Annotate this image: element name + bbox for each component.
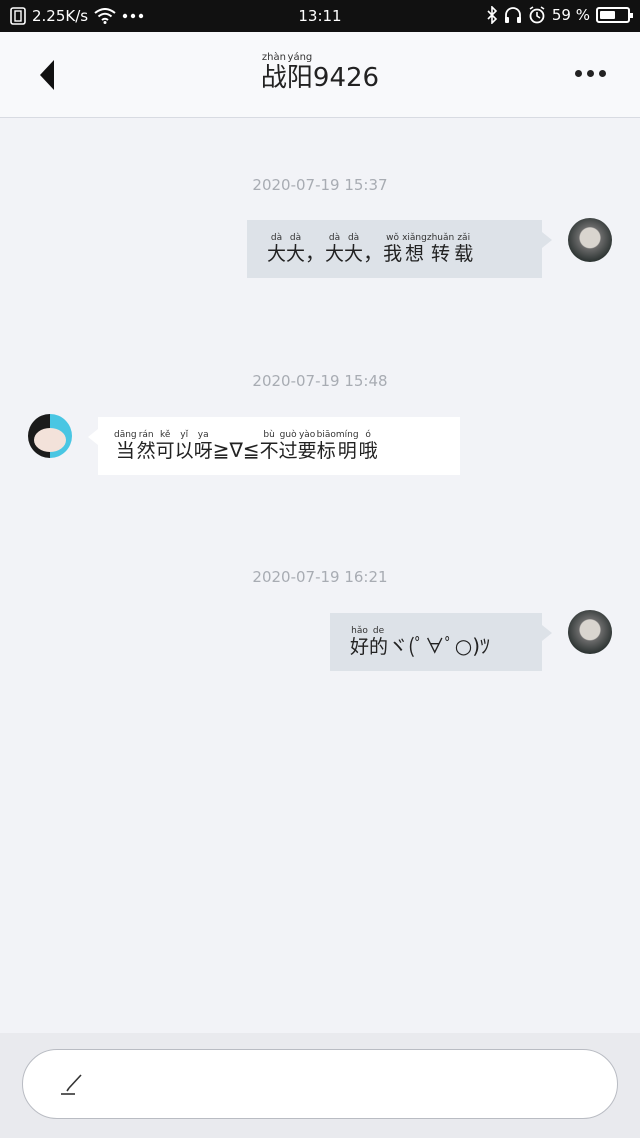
- message-char: 的de: [369, 625, 389, 658]
- message-char: 大dà: [267, 232, 287, 265]
- avatar-me[interactable]: [568, 610, 612, 654]
- battery-percent: 59 %: [551, 6, 590, 24]
- battery-fill: [600, 11, 616, 19]
- message-char: ，: [305, 240, 326, 265]
- message-char: ，: [363, 240, 384, 265]
- avatar-me[interactable]: [568, 218, 612, 262]
- message-char: ヾ(ﾟ∀ﾟ○)ﾂ: [388, 633, 491, 658]
- message-bubble-in[interactable]: 当dāng然rán可kě以yǐ呀ya≧∇≦不bù过guò要yào标biāo明mí…: [88, 417, 460, 475]
- pinyin-annotation: dà: [286, 232, 306, 243]
- message-char: 然rán: [136, 429, 156, 462]
- message-char: 好hǎo: [350, 625, 370, 658]
- message-char: 呀ya: [193, 429, 213, 462]
- status-bar-right: 59 %: [486, 6, 633, 24]
- message-char: 大dà: [344, 232, 364, 265]
- message-char: 转zhuǎn: [426, 232, 455, 265]
- message-char: 载zǎi: [454, 232, 474, 265]
- message-char: 想xiǎng: [402, 232, 427, 265]
- pinyin-annotation: yáng: [286, 52, 313, 63]
- message-text: 当dāng然rán可kě以yǐ呀ya≧∇≦不bù过guò要yào标biāo明mí…: [114, 430, 378, 463]
- message-char: 大dà: [286, 232, 306, 265]
- pinyin-annotation: xiǎng: [402, 232, 427, 243]
- message-char: 明míng: [335, 429, 359, 462]
- pinyin-annotation: bù: [259, 429, 279, 440]
- message-text: 大dà大dà，大dà大dà，我wǒ想xiǎng转zhuǎn载zǎi: [267, 233, 473, 266]
- status-bar: 2.25K/s 13:11 59 %: [0, 0, 640, 32]
- more-dot-icon: [599, 70, 606, 77]
- pinyin-annotation: zǎi: [454, 232, 474, 243]
- alarm-icon: [529, 6, 545, 24]
- pinyin-annotation: wǒ: [383, 232, 403, 243]
- chat-title-name: 战zhàn阳yáng: [261, 52, 313, 93]
- message-text: 好hǎo的deヾ(ﾟ∀ﾟ○)ﾂ: [350, 626, 490, 659]
- message-char: 我wǒ: [383, 232, 403, 265]
- message-char: 当dāng: [114, 429, 137, 462]
- message-char: 以yǐ: [174, 429, 194, 462]
- pen-icon: [61, 1074, 82, 1095]
- pinyin-annotation: de: [369, 625, 389, 636]
- chat-title: 战zhàn阳yáng9426: [0, 52, 640, 94]
- message-char: 阳yáng: [286, 52, 313, 93]
- message-bubble-out[interactable]: 好hǎo的deヾ(ﾟ∀ﾟ○)ﾂ: [330, 613, 552, 671]
- message-char: 战zhàn: [260, 52, 287, 93]
- message-char: 标biāo: [316, 429, 336, 462]
- pinyin-annotation: yǐ: [174, 429, 194, 440]
- pinyin-annotation: kě: [155, 429, 175, 440]
- pinyin-annotation: guò: [278, 429, 298, 440]
- pinyin-annotation: biāo: [316, 429, 336, 440]
- pinyin-annotation: ya: [193, 429, 213, 440]
- pinyin-annotation: dà: [325, 232, 345, 243]
- chat-header: 战zhàn阳yáng9426: [0, 32, 640, 118]
- chat-title-suffix: 9426: [312, 63, 380, 93]
- battery-icon: [596, 7, 633, 23]
- message-timestamp: 2020-07-19 15:48: [252, 372, 388, 390]
- message-char: 要yào: [297, 429, 317, 462]
- pinyin-annotation: rán: [136, 429, 156, 440]
- message-timestamp: 2020-07-19 15:37: [252, 176, 388, 194]
- message-timestamp: 2020-07-19 16:21: [252, 568, 388, 586]
- message-char: 过guò: [278, 429, 298, 462]
- pinyin-annotation: zhàn: [260, 52, 287, 63]
- avatar-other[interactable]: [28, 414, 72, 458]
- message-char: 大dà: [325, 232, 345, 265]
- pinyin-annotation: yào: [297, 429, 317, 440]
- pinyin-annotation: hǎo: [350, 625, 370, 636]
- pinyin-annotation: dà: [267, 232, 287, 243]
- input-bar: [0, 1033, 640, 1138]
- pinyin-annotation: míng: [335, 429, 359, 440]
- message-char: 不bù: [259, 429, 279, 462]
- more-options-button[interactable]: [575, 70, 606, 77]
- message-input[interactable]: [22, 1049, 618, 1119]
- message-char: 可kě: [155, 429, 175, 462]
- headphone-icon: [504, 7, 521, 23]
- pinyin-annotation: dāng: [114, 429, 137, 440]
- message-char: ≧∇≦: [212, 437, 260, 462]
- message-char: 哦ó: [358, 429, 378, 462]
- pinyin-annotation: ó: [358, 429, 378, 440]
- bluetooth-icon: [487, 6, 498, 24]
- more-dot-icon: [575, 70, 582, 77]
- pinyin-annotation: zhuǎn: [426, 232, 455, 243]
- message-bubble-out[interactable]: 大dà大dà，大dà大dà，我wǒ想xiǎng转zhuǎn载zǎi: [247, 220, 552, 278]
- more-dot-icon: [587, 70, 594, 77]
- pinyin-annotation: dà: [344, 232, 364, 243]
